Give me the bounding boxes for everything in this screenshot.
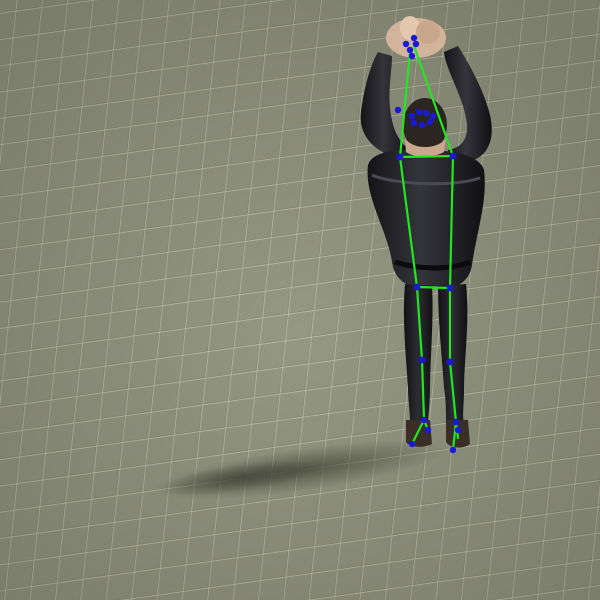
keypoint-wrist-right (410, 34, 418, 42)
keypoint-left-toe (408, 440, 416, 448)
keypoint-face-e (410, 119, 418, 127)
keypoint-right-hip (446, 284, 454, 292)
keypoint-face-c (422, 109, 430, 117)
keypoint-left-shoulder (396, 153, 404, 161)
keypoint-hand-c (408, 52, 416, 60)
keypoint-right-shoulder (449, 152, 457, 160)
keypoint-wrist-left (402, 40, 410, 48)
ground-shading (0, 0, 600, 600)
keypoint-head-side (394, 106, 402, 114)
pose-estimation-scene (0, 0, 600, 600)
keypoint-left-knee (418, 356, 426, 364)
keypoint-face-a (408, 112, 416, 120)
keypoint-left-heel (424, 426, 432, 434)
keypoint-right-ankle (452, 418, 460, 426)
keypoint-hand-b (412, 40, 420, 48)
keypoint-left-hip (413, 283, 421, 291)
keypoint-right-toe (449, 446, 457, 454)
keypoint-left-ankle (420, 416, 428, 424)
skeleton-hips (415, 285, 452, 290)
keypoint-face-g (426, 118, 434, 126)
keypoint-face-f (418, 121, 426, 129)
keypoint-right-knee (446, 358, 454, 366)
scene-canvas (0, 0, 600, 600)
skeleton-shoulders (398, 154, 455, 159)
keypoint-right-heel (454, 426, 462, 434)
keypoint-face-b (415, 108, 423, 116)
keypoint-face-d (429, 112, 437, 120)
keypoint-hand-a (406, 46, 414, 54)
